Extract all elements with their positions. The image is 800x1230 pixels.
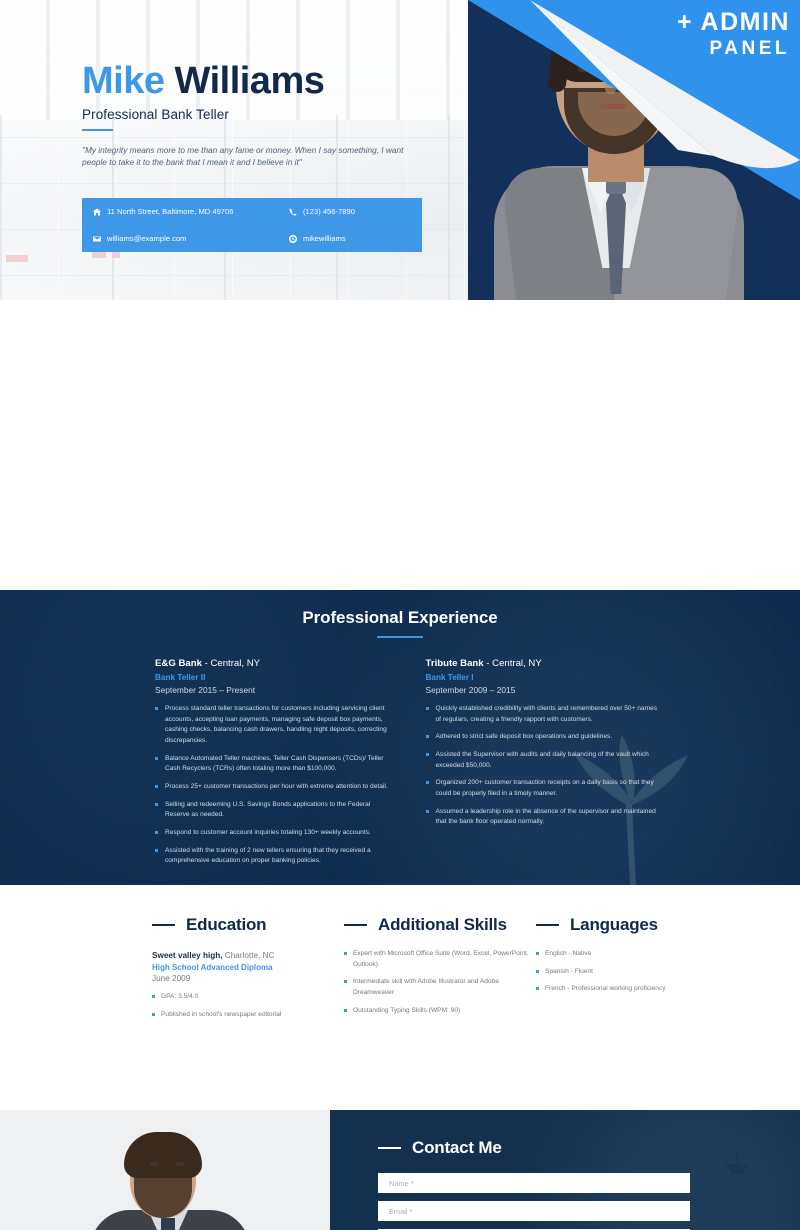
job-bullet: Assumed a leadership role in the absence…: [425, 807, 661, 828]
language-bullet: French - Professional working proficienc…: [536, 984, 722, 995]
job-company: Tribute Bank: [425, 658, 484, 669]
education-school-location: Charlotte, NC: [222, 951, 275, 960]
job-location: - Central, NY: [483, 658, 542, 669]
home-icon: [92, 207, 101, 216]
admin-badge-line1: + ADMIN: [676, 8, 790, 36]
job-bullet-list: Process standard teller transactions for…: [155, 704, 390, 867]
job-dates: September 2015 – Present: [155, 685, 256, 695]
job-bullet: Balance Automated Teller machines, Telle…: [155, 754, 390, 775]
decor-accent: [112, 251, 120, 258]
contact-email-text: williams@example.com: [107, 234, 187, 243]
last-name: Williams: [174, 60, 325, 102]
contact-address-text: 11 North Street, Baltimore, MD 49706: [107, 207, 234, 216]
heading-dash-icon: [536, 924, 559, 926]
eds-grid: Education Sweet valley high, Charlotte, …: [0, 915, 800, 1027]
job-location: - Central, NY: [201, 658, 261, 669]
contact-skype-text: mikewilliams: [303, 234, 346, 243]
job-company: E&G Bank: [155, 658, 202, 669]
job-title: E&G Bank - Central, NY: [155, 658, 390, 669]
education-bullet-list: GPA: 3.5/4.0 Published in school's newsp…: [152, 992, 338, 1020]
education-school: Sweet valley high, Charlotte, NC: [152, 951, 338, 960]
job-role: Bank Teller II: [155, 673, 206, 682]
contact-phone-text: (123) 456-7890: [303, 207, 355, 216]
hero-contact-card: 11 North Street, Baltimore, MD 49706 (12…: [82, 198, 422, 252]
contact-email[interactable]: williams@example.com: [92, 225, 288, 252]
job-bullet: Selling and redeeming U.S. Savings Bonds…: [155, 800, 390, 821]
experience-section: Professional Experience E&G Bank - Centr…: [0, 590, 800, 885]
job-role: Bank Teller I: [425, 673, 474, 682]
contact-address[interactable]: 11 North Street, Baltimore, MD 49706: [92, 198, 288, 225]
first-name: Mike: [82, 60, 165, 102]
admin-panel-badge: + ADMIN PANEL: [676, 8, 790, 59]
contact-form-panel: Contact Me: [330, 1110, 800, 1230]
skype-icon: [288, 234, 297, 243]
hero-right-panel: + ADMIN PANEL: [468, 0, 800, 300]
contact-skype[interactable]: mikewilliams: [288, 225, 422, 252]
skill-bullet: Outstanding Typing Skills (WPM: 90): [344, 1006, 530, 1017]
language-bullet: Spanish - Fluent: [536, 967, 722, 978]
heading-dash-icon: [344, 924, 367, 926]
contact-photo-panel: [0, 1110, 330, 1230]
job-bullet: Adhered to strict safe deposit box opera…: [425, 732, 661, 743]
education-skills-languages-section: Education Sweet valley high, Charlotte, …: [0, 885, 800, 1110]
languages-bullet-list: English - Native Spanish - Fluent French…: [536, 949, 722, 995]
decor-accent: [92, 251, 106, 258]
heading-dash-icon: [378, 1147, 401, 1149]
job-bullet: Process 25+ customer transactions per ho…: [155, 782, 390, 793]
education-year: June 2009: [152, 974, 191, 983]
languages-column: Languages English - Native Spanish - Flu…: [536, 915, 722, 1027]
job-bullet: Organized 200+ customer transaction rece…: [425, 778, 661, 799]
about-section: Hello, I'm Bank Teller with over 10 year…: [0, 300, 800, 844]
job-bullet: Quickly established credibility with cli…: [425, 704, 661, 725]
education-bullet: GPA: 3.5/4.0: [152, 992, 338, 1003]
skills-heading: Additional Skills: [344, 915, 530, 935]
languages-heading: Languages: [536, 915, 722, 935]
contact-heading: Contact Me: [378, 1138, 800, 1158]
skills-bullet-list: Expert with Microsoft Office Suite (Word…: [344, 949, 530, 1016]
language-bullet: English - Native: [536, 949, 722, 960]
education-heading: Education: [152, 915, 338, 935]
page-title: Mike Williams: [82, 62, 468, 101]
education-title: Education: [186, 915, 267, 934]
skills-title: Additional Skills: [378, 915, 507, 934]
hero-left-panel: Mike Williams Professional Bank Teller "…: [0, 0, 468, 300]
hero-role: Professional Bank Teller: [82, 106, 229, 122]
languages-title: Languages: [570, 915, 658, 934]
experience-heading: Professional Experience: [0, 590, 800, 638]
job-title: Tribute Bank - Central, NY: [426, 658, 661, 669]
skills-column: Additional Skills Expert with Microsoft …: [344, 915, 530, 1027]
email-input[interactable]: [378, 1201, 690, 1221]
experience-title: Professional Experience: [302, 608, 498, 627]
name-input[interactable]: [378, 1173, 690, 1193]
education-degree: High School Advanced Diploma: [152, 963, 273, 972]
experience-columns: E&G Bank - Central, NY Bank Teller II Se…: [0, 638, 800, 874]
phone-icon: [288, 207, 297, 216]
heading-dash-icon: [152, 924, 175, 926]
hero-section: Mike Williams Professional Bank Teller "…: [0, 0, 800, 300]
experience-job-0: E&G Bank - Central, NY Bank Teller II Se…: [155, 658, 390, 874]
job-bullet: Respond to customer account inquiries to…: [155, 828, 390, 839]
job-bullet: Process standard teller transactions for…: [155, 704, 390, 747]
decor-accent: [6, 255, 28, 262]
contact-title: Contact Me: [412, 1138, 502, 1157]
hero-quote: "My integrity means more to me than any …: [82, 144, 404, 168]
contact-form: [378, 1173, 690, 1230]
education-school-name: Sweet valley high,: [152, 951, 223, 960]
skill-bullet: Expert with Microsoft Office Suite (Word…: [344, 949, 530, 970]
job-bullet-list: Quickly established credibility with cli…: [425, 704, 661, 828]
experience-job-1: Tribute Bank - Central, NY Bank Teller I…: [425, 658, 661, 874]
education-bullet: Published in school's newspaper editoria…: [152, 1010, 338, 1021]
job-bullet: Assisted with the training of 2 new tell…: [155, 846, 390, 867]
contact-phone[interactable]: (123) 456-7890: [288, 198, 422, 225]
contact-form-inner: Contact Me: [330, 1110, 800, 1230]
hero-divider: [82, 128, 113, 131]
admin-badge-line2: PANEL: [709, 38, 790, 59]
envelope-icon: [92, 234, 101, 243]
education-column: Education Sweet valley high, Charlotte, …: [152, 915, 338, 1027]
skill-bullet: Intermediate skill with Adobe Illustrato…: [344, 977, 530, 998]
hero-content: Mike Williams Professional Bank Teller "…: [0, 0, 468, 169]
job-dates: September 2009 – 2015: [425, 685, 516, 695]
contact-section: Contact Me: [0, 1110, 800, 1230]
job-bullet: Assisted the Supervisor with audits and …: [425, 750, 661, 771]
